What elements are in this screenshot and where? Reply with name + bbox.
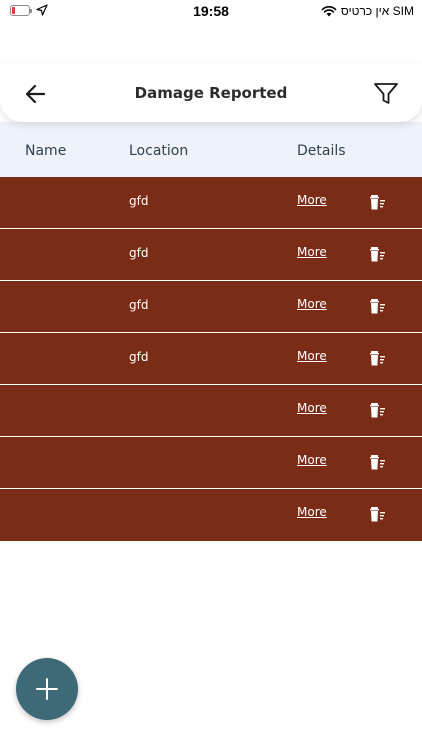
more-link[interactable]: More <box>297 193 327 207</box>
row-location: gfd <box>129 194 149 208</box>
table-row: More <box>0 385 422 437</box>
table-row: gfd More <box>0 281 422 333</box>
delete-icon[interactable] <box>370 507 386 522</box>
more-link[interactable]: More <box>297 453 327 467</box>
plus-icon <box>36 678 58 700</box>
delete-icon[interactable] <box>370 351 386 366</box>
wifi-icon <box>321 6 337 17</box>
delete-icon[interactable] <box>370 195 386 210</box>
table-row: More <box>0 437 422 489</box>
app-screen: 19:58 אין כרטיס SIM Damage Reported Name… <box>0 0 422 750</box>
column-header-location: Location <box>129 143 189 159</box>
app-header: Damage Reported <box>0 64 422 122</box>
more-link[interactable]: More <box>297 245 327 259</box>
status-bar: 19:58 אין כרטיס SIM <box>0 0 422 24</box>
table-row: gfd More <box>0 229 422 281</box>
delete-icon[interactable] <box>370 299 386 314</box>
table-row: More <box>0 489 422 541</box>
table-header: Name Location Details <box>0 122 422 177</box>
delete-icon[interactable] <box>370 403 386 418</box>
table-row: gfd More <box>0 177 422 229</box>
row-location: gfd <box>129 298 149 312</box>
carrier-text: אין כרטיס SIM <box>340 4 414 18</box>
page-title: Damage Reported <box>134 84 288 102</box>
table-row: gfd More <box>0 333 422 385</box>
row-location: gfd <box>129 246 149 260</box>
delete-icon[interactable] <box>370 247 386 262</box>
more-link[interactable]: More <box>297 297 327 311</box>
more-link[interactable]: More <box>297 349 327 363</box>
damage-list: gfd More gfd More gfd More gfd More More… <box>0 177 422 541</box>
column-header-name: Name <box>25 143 67 159</box>
filter-button[interactable] <box>372 81 400 107</box>
delete-icon[interactable] <box>370 455 386 470</box>
filter-icon <box>374 83 398 104</box>
more-link[interactable]: More <box>297 505 327 519</box>
more-link[interactable]: More <box>297 401 327 415</box>
add-report-button[interactable] <box>16 658 78 720</box>
row-location: gfd <box>129 350 149 364</box>
column-header-details: Details <box>297 143 346 159</box>
carrier-info: אין כרטיס SIM <box>321 4 414 18</box>
